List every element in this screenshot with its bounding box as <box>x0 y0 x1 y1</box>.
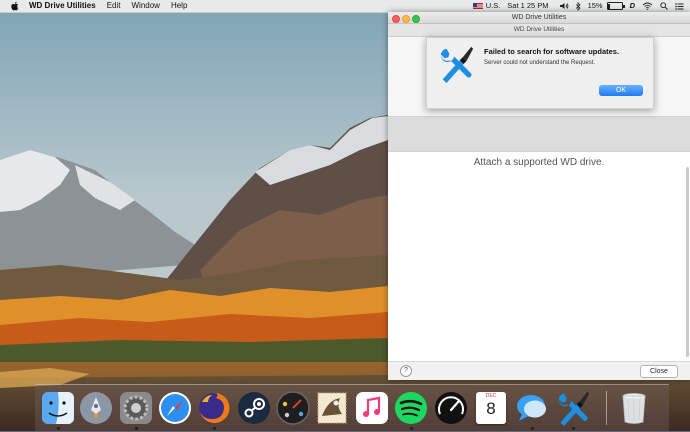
itunes-icon[interactable] <box>354 390 390 426</box>
finder-icon[interactable] <box>40 390 76 426</box>
dashboard-icon[interactable] <box>275 390 311 426</box>
close-button[interactable]: Close <box>640 365 678 378</box>
mail-icon[interactable] <box>314 390 350 426</box>
window-subtitle: WD Drive Utilities <box>513 26 565 33</box>
dock-divider <box>606 391 607 425</box>
window-menu[interactable]: Window <box>131 0 159 12</box>
help-button[interactable]: ? <box>400 365 412 377</box>
zoom-window-button[interactable] <box>412 14 420 23</box>
firefox-icon[interactable] <box>196 390 232 426</box>
battery-level <box>608 3 611 9</box>
running-indicator <box>410 427 413 430</box>
spotify-icon[interactable] <box>393 390 429 426</box>
launchpad-icon[interactable] <box>78 390 114 426</box>
update-error-alert: Failed to search for software updates. S… <box>426 37 654 109</box>
safari-icon[interactable] <box>157 390 193 426</box>
edit-menu[interactable]: Edit <box>107 0 121 12</box>
app-menu[interactable]: WD Drive Utilities <box>29 0 96 12</box>
wd-utilities-icon <box>440 46 474 83</box>
speedometer-icon[interactable] <box>433 390 469 426</box>
ok-button[interactable]: OK <box>599 85 643 96</box>
bluetooth-icon[interactable] <box>575 1 581 11</box>
minimize-window-button[interactable] <box>402 14 410 23</box>
empty-state-message: Attach a supported WD drive. <box>473 157 605 168</box>
scrollbar[interactable] <box>686 167 689 357</box>
calendar-icon[interactable]: DEC 8 <box>476 392 506 424</box>
running-indicator <box>531 427 534 430</box>
running-indicator <box>213 427 216 430</box>
trash-icon[interactable] <box>616 390 652 426</box>
us-flag-icon[interactable] <box>472 3 483 9</box>
window-title-bar[interactable]: WD Drive Utilities <box>388 12 690 24</box>
steam-icon[interactable] <box>236 390 272 426</box>
input-source-label[interactable]: U.S. <box>486 0 501 12</box>
system-preferences-icon[interactable] <box>118 390 154 426</box>
running-indicator <box>135 427 138 430</box>
dock: DEC 8 <box>35 384 669 432</box>
battery-icon[interactable] <box>606 2 625 10</box>
volume-icon[interactable] <box>559 2 569 10</box>
alert-message: Server could not understand the Request. <box>484 60 596 66</box>
drive-content-area: Attach a supported WD drive. <box>388 153 690 362</box>
search-icon[interactable] <box>660 2 668 10</box>
close-window-button[interactable] <box>392 14 400 23</box>
calendar-day: 8 <box>486 399 496 418</box>
wd-utilities-icon[interactable] <box>555 390 591 426</box>
alert-title: Failed to search for software updates. <box>484 47 620 56</box>
running-indicator <box>572 427 575 430</box>
window-subtitle-bar: WD Drive Utilities <box>388 24 690 37</box>
wifi-icon[interactable] <box>642 2 653 10</box>
help-menu[interactable]: Help <box>171 0 187 12</box>
apple-menu-icon[interactable] <box>10 1 20 11</box>
window-footer: ? Close <box>388 361 690 380</box>
status-letter[interactable]: D <box>630 0 635 12</box>
drive-band <box>388 116 690 152</box>
window-title: WD Drive Utilities <box>511 14 567 21</box>
running-indicator <box>57 427 60 430</box>
messages-icon[interactable] <box>514 390 550 426</box>
battery-percent[interactable]: 15% <box>588 0 603 12</box>
notification-center-icon[interactable] <box>675 2 684 10</box>
clock[interactable]: Sat 1 25 PM <box>507 0 548 12</box>
